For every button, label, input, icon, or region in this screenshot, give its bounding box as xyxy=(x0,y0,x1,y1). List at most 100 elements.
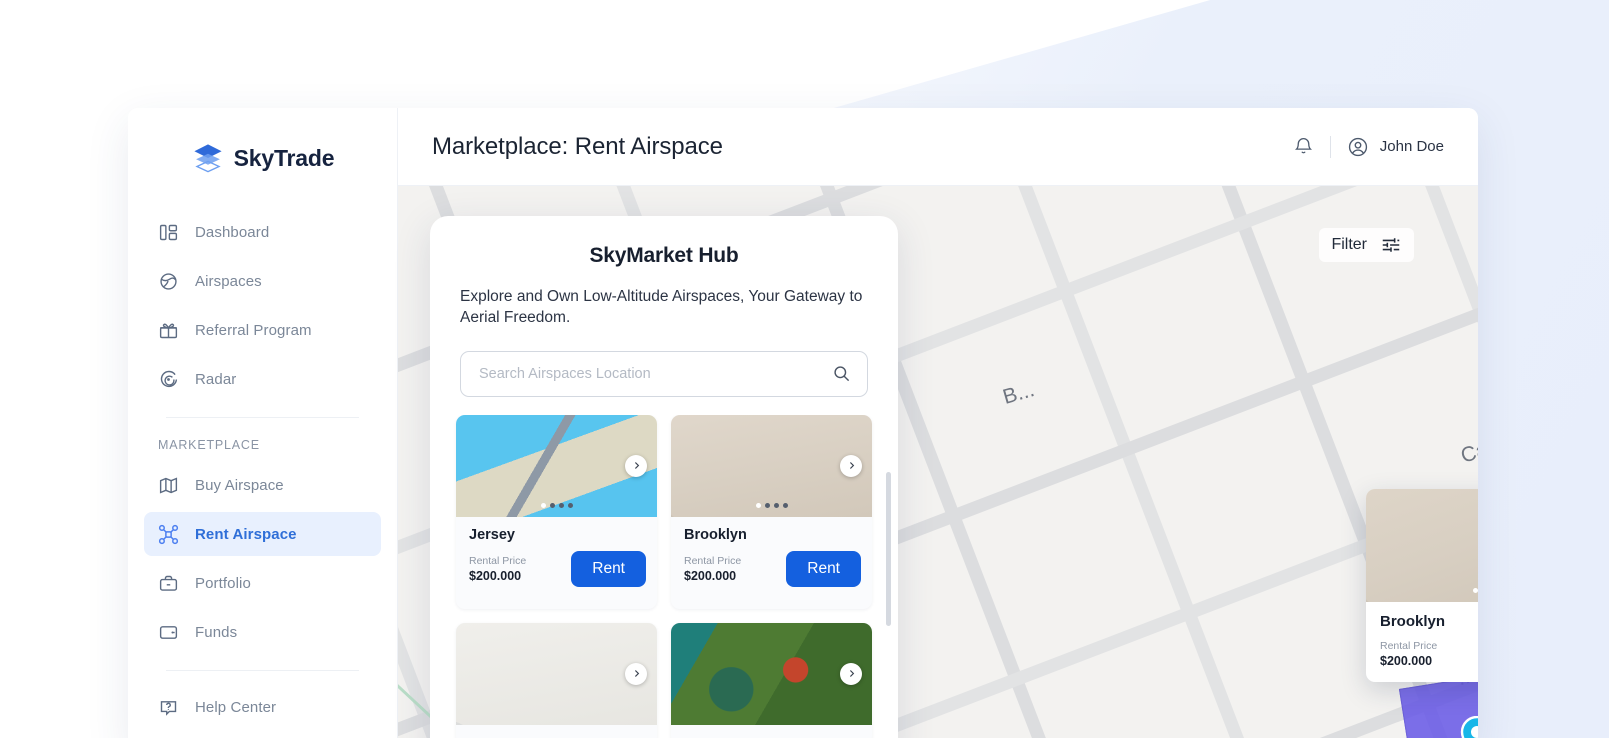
sidebar-item-label: Help Center xyxy=(195,699,276,716)
listing-price-value: $200.000 xyxy=(684,569,741,583)
search-icon[interactable] xyxy=(832,364,851,383)
popup-carousel-dots[interactable] xyxy=(1473,588,1478,593)
listing-thumbnail[interactable] xyxy=(671,623,872,725)
popup-price-row: Rental Price $200.000 Rent xyxy=(1366,630,1478,682)
map-icon xyxy=(158,475,179,496)
listing-rent-button[interactable]: Rent xyxy=(571,551,646,587)
list-item[interactable]: Jersey Rental Price $200.000 Rent xyxy=(456,415,657,609)
bell-icon[interactable] xyxy=(1293,136,1314,157)
search-input[interactable] xyxy=(479,366,832,382)
listing-name xyxy=(671,725,872,735)
listing-price-row: Rental Price $200.000 Rent xyxy=(456,543,657,599)
top-bar: Marketplace: Rent Airspace John Doe xyxy=(398,108,1478,186)
sidebar-divider-2 xyxy=(166,670,359,671)
globe-icon xyxy=(158,271,179,292)
help-icon xyxy=(158,697,179,718)
sidebar-item-radar[interactable]: Radar xyxy=(144,357,381,401)
listing-grid: Jersey Rental Price $200.000 Rent xyxy=(430,415,898,738)
sidebar-item-label: Airspaces xyxy=(195,273,262,290)
list-item[interactable] xyxy=(456,623,657,738)
sidebar-item-label: Buy Airspace xyxy=(195,477,284,494)
hub-header: SkyMarket Hub Explore and Own Low-Altitu… xyxy=(430,216,898,397)
listing-thumbnail[interactable] xyxy=(456,623,657,725)
sidebar-item-label: Referral Program xyxy=(195,322,312,339)
listing-name: Brooklyn xyxy=(671,517,872,543)
popup-price-value: $200.000 xyxy=(1380,654,1437,668)
listing-thumbnail[interactable] xyxy=(456,415,657,517)
sidebar-item-rent-airspace[interactable]: Rent Airspace xyxy=(144,512,381,556)
listing-price-row: Rental Price $200.000 Rent xyxy=(671,543,872,599)
wallet-icon xyxy=(158,622,179,643)
sidebar-item-airspaces[interactable]: Airspaces xyxy=(144,259,381,303)
brand-name: SkyTrade xyxy=(234,145,335,172)
user-circle-icon xyxy=(1347,136,1369,158)
carousel-next-button[interactable] xyxy=(840,455,862,477)
filter-button[interactable]: Filter xyxy=(1319,228,1414,262)
listing-rent-button[interactable]: Rent xyxy=(786,551,861,587)
layers-icon xyxy=(191,141,225,175)
listing-name xyxy=(456,725,657,735)
carousel-next-button[interactable] xyxy=(625,455,647,477)
page-title: Marketplace: Rent Airspace xyxy=(432,133,723,161)
search-box[interactable] xyxy=(460,351,868,397)
chevron-right-icon xyxy=(632,461,641,470)
carousel-dots[interactable] xyxy=(756,503,788,508)
listing-price-value: $200.000 xyxy=(469,569,526,583)
location-pin-icon[interactable] xyxy=(1460,716,1478,738)
app-window: SkyTrade Dashboard Airspaces xyxy=(128,108,1478,738)
map-listing-popup[interactable]: Brooklyn Rental Price $200.000 Rent xyxy=(1366,489,1478,682)
listing-price-block: Rental Price $200.000 xyxy=(469,555,526,583)
listing-price-label: Rental Price xyxy=(684,555,741,567)
sidebar-item-help-center[interactable]: Help Center xyxy=(144,685,381,729)
briefcase-icon xyxy=(158,573,179,594)
sidebar-item-label: Funds xyxy=(195,624,237,641)
listing-name: Jersey xyxy=(456,517,657,543)
brand-name-a: Sky xyxy=(234,145,274,171)
chevron-right-icon xyxy=(847,669,856,678)
top-bar-actions: John Doe xyxy=(1293,136,1444,158)
popup-thumbnail[interactable] xyxy=(1366,489,1478,602)
listing-scrollbar[interactable] xyxy=(886,472,891,626)
sidebar: SkyTrade Dashboard Airspaces xyxy=(128,108,398,738)
list-item[interactable] xyxy=(671,623,872,738)
sidebar-item-referral-program[interactable]: Referral Program xyxy=(144,308,381,352)
brand-name-b: Trade xyxy=(274,145,334,171)
popup-price-label: Rental Price xyxy=(1380,640,1437,652)
listing-thumbnail[interactable] xyxy=(671,415,872,517)
list-item[interactable]: Brooklyn Rental Price $200.000 Rent xyxy=(671,415,872,609)
sidebar-item-funds[interactable]: Funds xyxy=(144,610,381,654)
main-content: Marketplace: Rent Airspace John Doe xyxy=(398,108,1478,738)
carousel-next-button[interactable] xyxy=(625,663,647,685)
carousel-dots[interactable] xyxy=(541,503,573,508)
hub-title: SkyMarket Hub xyxy=(460,244,868,268)
dashboard-icon xyxy=(158,222,179,243)
hub-subtitle: Explore and Own Low-Altitude Airspaces, … xyxy=(460,286,868,329)
topbar-divider xyxy=(1330,136,1331,158)
skymarket-hub-panel: SkyMarket Hub Explore and Own Low-Altitu… xyxy=(430,216,898,738)
popup-price-block: Rental Price $200.000 xyxy=(1380,640,1437,668)
listing-price-label: Rental Price xyxy=(469,555,526,567)
gift-icon xyxy=(158,320,179,341)
sidebar-item-portfolio[interactable]: Portfolio xyxy=(144,561,381,605)
sidebar-nav-marketplace: Buy Airspace Rent Airspace Portfo xyxy=(128,463,397,729)
sidebar-item-label: Portfolio xyxy=(195,575,251,592)
user-name: John Doe xyxy=(1380,138,1444,155)
sidebar-item-label: Rent Airspace xyxy=(195,526,297,543)
listing-price-block: Rental Price $200.000 xyxy=(684,555,741,583)
sidebar-section-marketplace: MARKETPLACE xyxy=(128,418,397,458)
filter-label: Filter xyxy=(1331,236,1367,254)
drone-icon xyxy=(158,524,179,545)
popup-listing-name: Brooklyn xyxy=(1366,602,1478,630)
sidebar-item-label: Radar xyxy=(195,371,236,388)
page-root: SkyTrade Dashboard Airspaces xyxy=(0,0,1609,738)
chevron-right-icon xyxy=(632,669,641,678)
chevron-right-icon xyxy=(847,461,856,470)
sliders-icon xyxy=(1380,234,1402,256)
sidebar-item-buy-airspace[interactable]: Buy Airspace xyxy=(144,463,381,507)
brand-logo[interactable]: SkyTrade xyxy=(128,134,397,182)
sidebar-item-label: Dashboard xyxy=(195,224,269,241)
sidebar-item-dashboard[interactable]: Dashboard xyxy=(144,210,381,254)
user-menu[interactable]: John Doe xyxy=(1347,136,1444,158)
carousel-next-button[interactable] xyxy=(840,663,862,685)
sidebar-nav-primary: Dashboard Airspaces Referral Program xyxy=(128,210,397,418)
